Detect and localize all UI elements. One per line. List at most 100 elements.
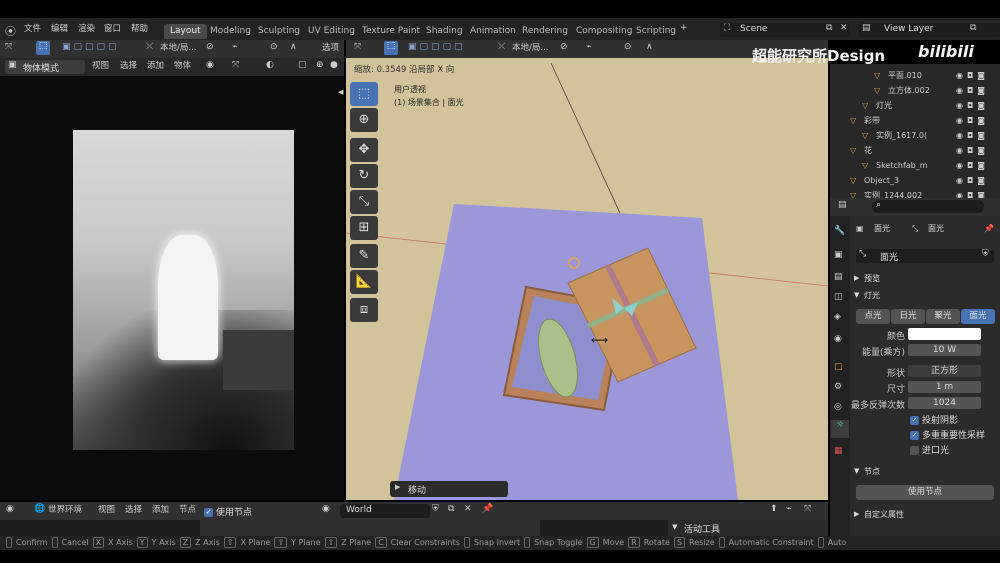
shading-material-icon[interactable]: ● bbox=[330, 60, 338, 70]
light-type-button[interactable]: 面光 bbox=[961, 309, 995, 324]
workspace-tab[interactable]: Modeling bbox=[204, 24, 257, 39]
menu-window[interactable]: 窗口 bbox=[104, 22, 121, 37]
copy-icon[interactable]: ⧉ bbox=[970, 23, 976, 33]
menu-node[interactable]: 节点 bbox=[179, 503, 196, 518]
workspace-tab[interactable]: Scripting bbox=[630, 24, 682, 39]
menu-view[interactable]: 视图 bbox=[98, 503, 115, 518]
menu-edit[interactable]: 编辑 bbox=[51, 22, 68, 37]
select-tool-icon[interactable]: ⬚ bbox=[36, 41, 50, 55]
outliner-row[interactable]: ▽ 平面.010 ◉◘◙ bbox=[830, 69, 1000, 83]
copy-icon[interactable]: ⧉ bbox=[826, 23, 832, 33]
node-editor-canvas[interactable] bbox=[0, 520, 668, 536]
texture-tab-icon[interactable]: ▦ bbox=[834, 446, 843, 456]
left-collapse-icon[interactable]: ◀ bbox=[338, 88, 343, 96]
menu-render[interactable]: 渲染 bbox=[78, 22, 95, 37]
visibility-icons[interactable]: ◉◘◙ bbox=[956, 114, 989, 128]
menu-object[interactable]: 物体 bbox=[174, 59, 191, 74]
visibility-icon[interactable]: ◉ bbox=[206, 60, 214, 70]
close-icon[interactable]: ✕ bbox=[464, 504, 472, 514]
outliner-row[interactable]: ▽ 彩带 ◉◘◙ bbox=[830, 114, 1000, 128]
shape-dropdown[interactable]: 正方形 bbox=[908, 365, 981, 377]
menu-select[interactable]: 选择 bbox=[125, 503, 142, 518]
snap-icon[interactable]: ⌁ bbox=[786, 504, 791, 514]
fake-user-icon[interactable]: ⛨ bbox=[432, 504, 439, 514]
visibility-icons[interactable]: ◉◘◙ bbox=[956, 159, 989, 173]
tool-cursor[interactable]: ⊕ bbox=[350, 108, 378, 132]
fake-user-icon[interactable]: ⛨ bbox=[982, 249, 989, 259]
world-tab-icon[interactable]: ◉ bbox=[834, 334, 842, 344]
snap-icon[interactable]: ⌁ bbox=[586, 42, 591, 52]
bounces-field[interactable]: 1024 bbox=[908, 397, 981, 409]
light-type-button[interactable]: 日光 bbox=[891, 309, 925, 324]
cast-shadow-checkbox[interactable]: ✓ 投射阴影 bbox=[910, 413, 958, 426]
visibility-icons[interactable]: ◉◘◙ bbox=[956, 129, 989, 143]
workspace-tab[interactable]: Shading bbox=[420, 24, 469, 39]
use-nodes-checkbox[interactable]: ✓ 使用节点 bbox=[204, 505, 252, 518]
size-field[interactable]: 1 m bbox=[908, 381, 981, 393]
pin-icon[interactable]: 📌 bbox=[984, 222, 994, 235]
select-mode-icons[interactable]: ▣▢▢▢▢ bbox=[408, 42, 466, 52]
workspace-tab[interactable]: Texture Paint bbox=[356, 24, 426, 39]
add-workspace-icon[interactable]: + bbox=[680, 23, 688, 33]
tool-annotate[interactable]: ✎ bbox=[350, 244, 378, 268]
outliner-row[interactable]: ▽ 实例_1617.0(◉◘◙ bbox=[830, 129, 1000, 143]
viewport-canvas[interactable]: ⟷ 缩放: 0.3549 沿局部 X 向 用户透视 (1) 场景集合 | 面光 … bbox=[346, 58, 828, 500]
visibility-icons[interactable]: ◉◘◙ bbox=[956, 84, 989, 98]
falloff-icon[interactable]: ∧ bbox=[646, 42, 653, 52]
shading-solid-icon[interactable]: ⊕ bbox=[316, 60, 324, 70]
light-data-tab-icon[interactable]: ☼ bbox=[831, 420, 849, 438]
workspace-tab[interactable]: Rendering bbox=[516, 24, 574, 39]
editor-type-icon[interactable]: ⤧ bbox=[5, 42, 12, 52]
copy-icon[interactable]: ⧉ bbox=[448, 504, 454, 514]
tool-transform[interactable]: ⊞ bbox=[350, 216, 378, 240]
tool-rotate[interactable]: ↻ bbox=[350, 164, 378, 188]
output-tab-icon[interactable]: ▤ bbox=[834, 272, 843, 282]
mis-checkbox[interactable]: ✓ 多重重要性采样 bbox=[910, 428, 985, 441]
tool-measure[interactable]: 📐 bbox=[350, 270, 378, 294]
snap-icon[interactable]: ⌁ bbox=[232, 42, 237, 52]
operator-panel[interactable]: ▶ 移动 bbox=[390, 481, 508, 497]
workspace-tab[interactable]: Compositing bbox=[570, 24, 638, 39]
nodes-section[interactable]: ▼ 节点 bbox=[850, 465, 1000, 478]
preview-section[interactable]: ▶ 预览 bbox=[850, 272, 1000, 285]
editor-type-icon[interactable]: ▤ bbox=[838, 200, 847, 210]
env-dropdown[interactable]: 世界环境 bbox=[48, 503, 82, 518]
menu-view[interactable]: 视图 bbox=[92, 59, 109, 74]
editor-type-icon[interactable]: ⤧ bbox=[354, 42, 361, 52]
select-mode-icons[interactable]: ▣▢▢▢▢ bbox=[62, 42, 120, 52]
workspace-tab[interactable]: UV Editing bbox=[302, 24, 361, 39]
visibility-icons[interactable]: ◉◘◙ bbox=[956, 144, 989, 158]
properties-search[interactable]: ⌕ bbox=[872, 200, 984, 213]
proportional-icon[interactable]: ⊙ bbox=[270, 42, 278, 52]
light-section[interactable]: ▼ 灯光 bbox=[850, 289, 1000, 302]
modifier-tab-icon[interactable]: ⚙ bbox=[834, 382, 842, 392]
mode-selector[interactable]: ▣ 物体模式 bbox=[5, 60, 85, 74]
tool-select-box[interactable]: ⬚ bbox=[350, 82, 378, 106]
view-layer-tab-icon[interactable]: ◫ bbox=[834, 292, 843, 302]
transform-orientation[interactable]: 本地/局... bbox=[160, 41, 196, 56]
close-icon[interactable]: ✕ bbox=[840, 23, 848, 33]
view-layer-selector[interactable]: ▤ View Layer ⧉ bbox=[858, 23, 1000, 37]
light-data-selector[interactable]: ⤡ 面光 ⛨ bbox=[856, 249, 994, 263]
custom-props-section[interactable]: ▶ 自定义属性 bbox=[850, 508, 1000, 521]
menu-select[interactable]: 选择 bbox=[120, 59, 137, 74]
physics-tab-icon[interactable]: ◎ bbox=[834, 402, 842, 412]
transform-orientation-icon[interactable]: ⤫ bbox=[146, 42, 153, 52]
outliner-row[interactable]: ▽ Sketchfab_m ◉◘◙ bbox=[830, 159, 1000, 173]
scene-tab-icon[interactable]: ◈ bbox=[834, 312, 841, 322]
visibility-icons[interactable]: ◉◘◙ bbox=[956, 69, 989, 83]
gizmo-icon[interactable]: ⤧ bbox=[232, 60, 239, 70]
menu-file[interactable]: 文件 bbox=[24, 22, 41, 37]
light-type-button[interactable]: 点光 bbox=[856, 309, 890, 324]
editor-type-icon[interactable]: ◉ bbox=[6, 504, 14, 514]
pin-icon[interactable]: 📌 bbox=[482, 504, 493, 514]
outliner-row[interactable]: ▽ 立方体.002 ◉◘◙ bbox=[830, 84, 1000, 98]
proportional-icon[interactable]: ⊙ bbox=[624, 42, 632, 52]
xray-icon[interactable]: ▢ bbox=[298, 60, 307, 70]
options-menu[interactable]: 选项 bbox=[322, 41, 339, 56]
workspace-tab[interactable]: Sculpting bbox=[252, 24, 306, 39]
workspace-tab[interactable]: Animation bbox=[464, 24, 522, 39]
render-tab-icon[interactable]: ▣ bbox=[834, 250, 843, 260]
world-selector[interactable]: World bbox=[340, 504, 430, 518]
outliner-row[interactable]: ▽ 花 ◉◘◙ bbox=[830, 144, 1000, 158]
